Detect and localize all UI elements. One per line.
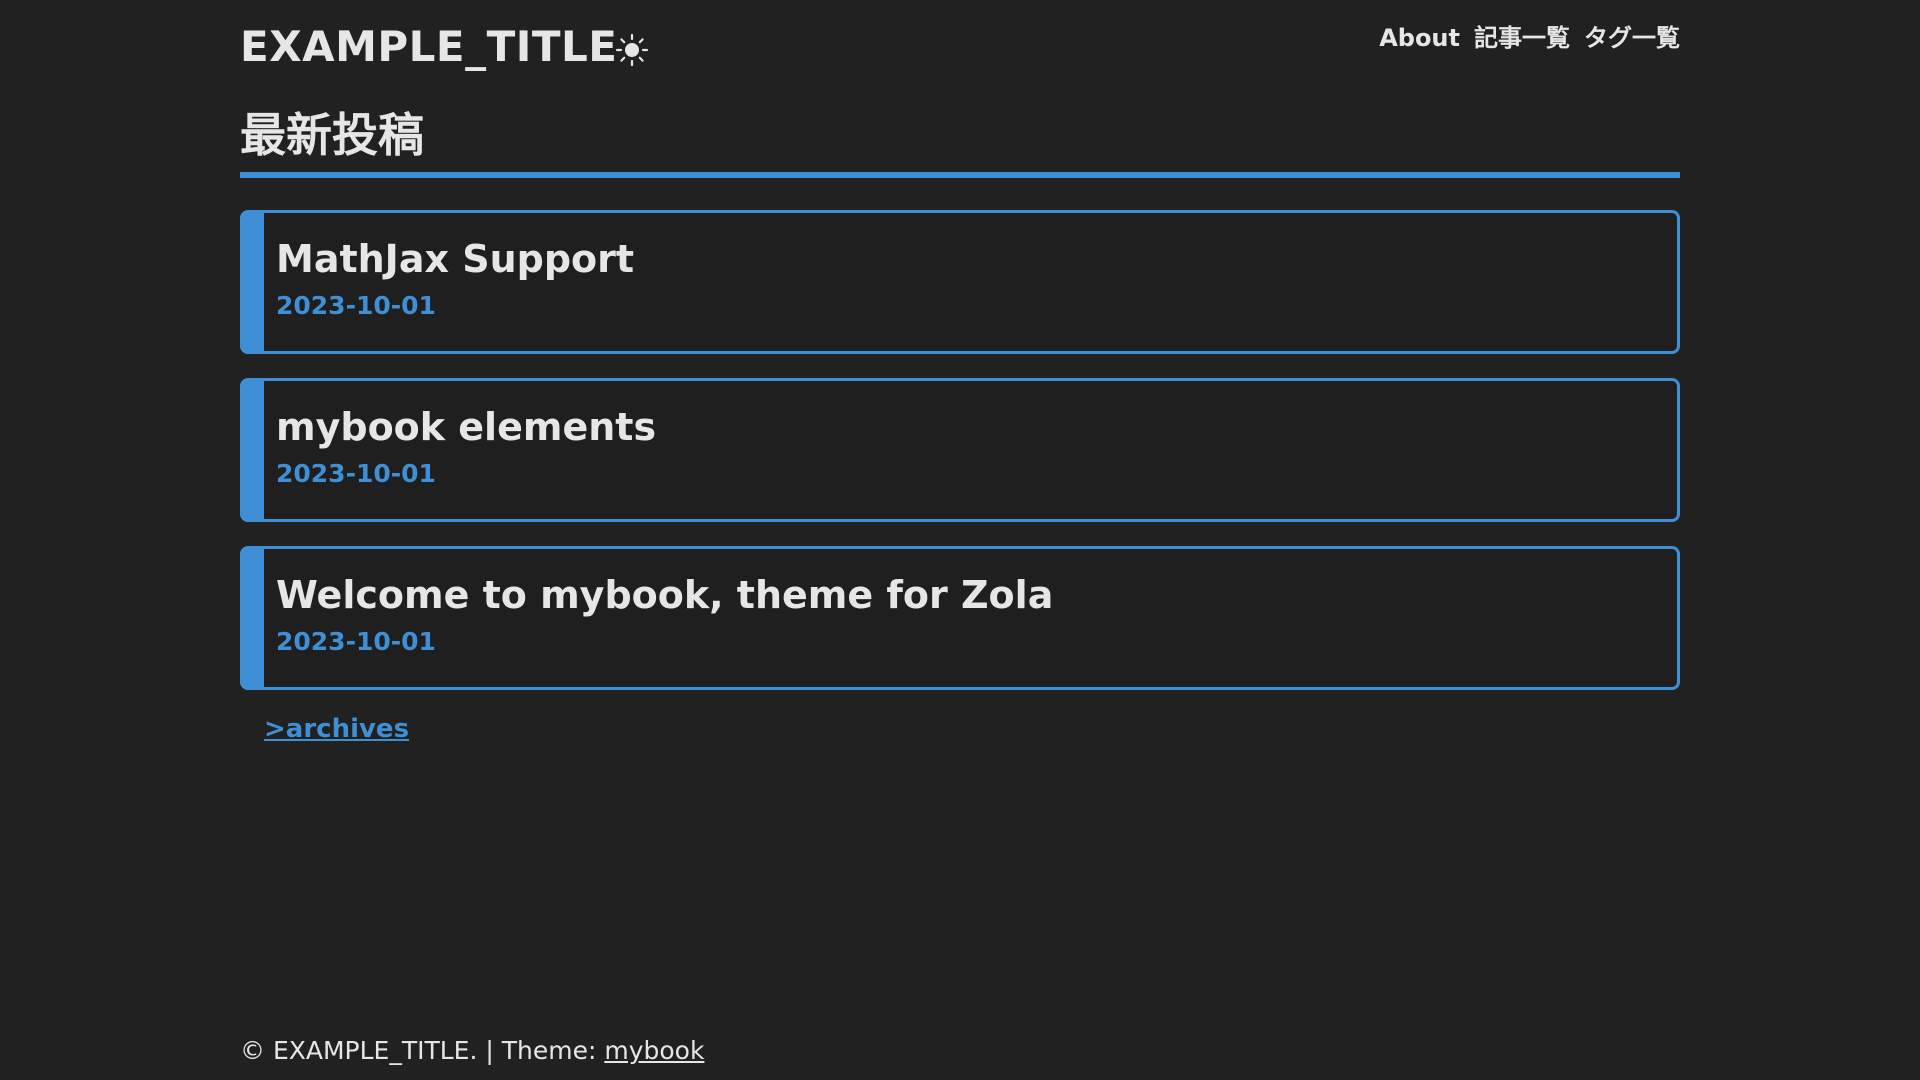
post-date: 2023-10-01 xyxy=(276,459,436,488)
site-title-link[interactable]: EXAMPLE_TITLE xyxy=(240,26,618,68)
latest-posts-heading: 最新投稿 xyxy=(240,112,1680,178)
post-card[interactable]: Welcome to mybook, theme for Zola 2023-1… xyxy=(240,546,1680,690)
post-card[interactable]: mybook elements 2023-10-01 xyxy=(240,378,1680,522)
site-footer: © EXAMPLE_TITLE. | Theme: mybook xyxy=(240,1038,704,1063)
latest-posts-section: 最新投稿 xyxy=(240,112,1680,178)
post-date: 2023-10-01 xyxy=(276,291,436,320)
site-header: EXAMPLE_TITLE About 記事一覧 タグ一覧 xyxy=(240,0,1680,96)
content-container: EXAMPLE_TITLE About 記事一覧 タグ一覧 最新投稿 MathJ… xyxy=(240,0,1680,744)
footer-theme-link[interactable]: mybook xyxy=(604,1036,704,1065)
page: EXAMPLE_TITLE About 記事一覧 タグ一覧 最新投稿 MathJ… xyxy=(0,0,1920,1080)
nav-tags-link[interactable]: タグ一覧 xyxy=(1584,26,1680,50)
post-list: MathJax Support 2023-10-01 mybook elemen… xyxy=(240,210,1680,714)
post-title-link[interactable]: Welcome to mybook, theme for Zola xyxy=(276,574,1053,617)
footer-copyright: © EXAMPLE_TITLE. | Theme: xyxy=(240,1036,605,1065)
post-date: 2023-10-01 xyxy=(276,627,436,656)
archives-link[interactable]: >archives xyxy=(264,714,409,744)
nav-articles-link[interactable]: 記事一覧 xyxy=(1474,26,1570,50)
theme-toggle-button[interactable] xyxy=(614,32,650,68)
post-title-link[interactable]: mybook elements xyxy=(276,406,656,449)
post-card[interactable]: MathJax Support 2023-10-01 xyxy=(240,210,1680,354)
post-title-link[interactable]: MathJax Support xyxy=(276,238,634,281)
top-nav: About 記事一覧 タグ一覧 xyxy=(1379,26,1680,50)
sun-icon xyxy=(615,33,649,67)
nav-about-link[interactable]: About xyxy=(1379,26,1460,50)
